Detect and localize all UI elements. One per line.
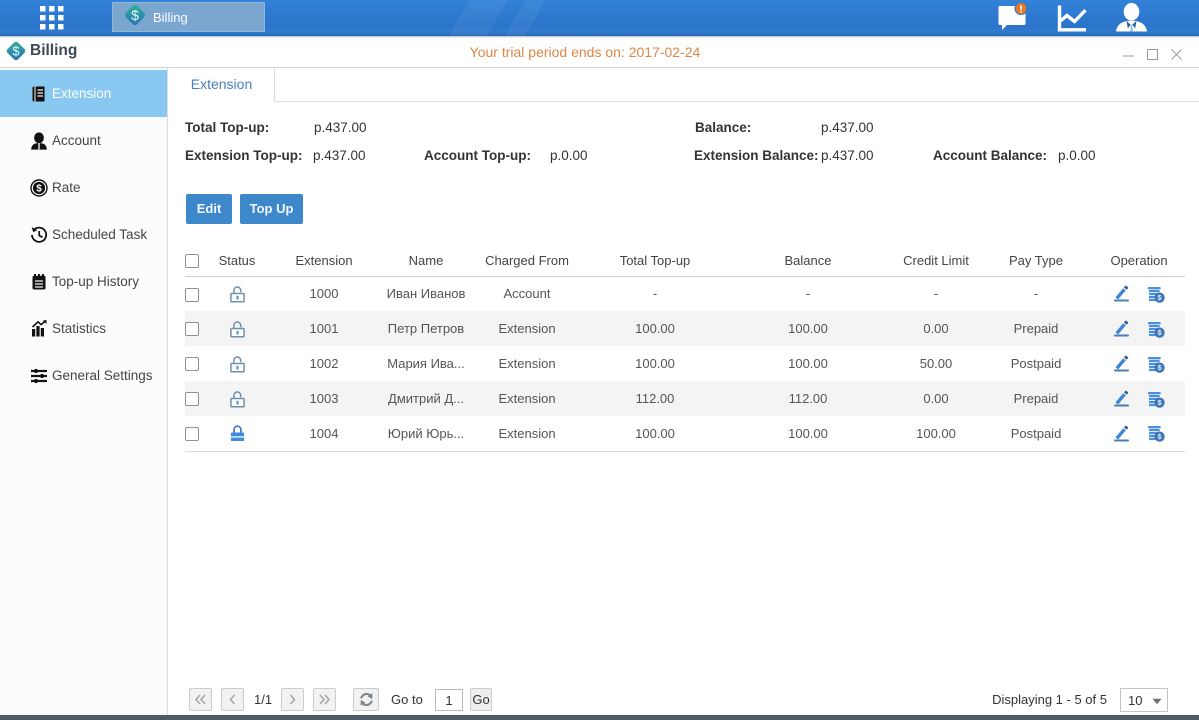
svg-text:!: !	[1019, 5, 1022, 16]
svg-text:$: $	[36, 183, 42, 194]
svg-text:$: $	[131, 7, 139, 23]
